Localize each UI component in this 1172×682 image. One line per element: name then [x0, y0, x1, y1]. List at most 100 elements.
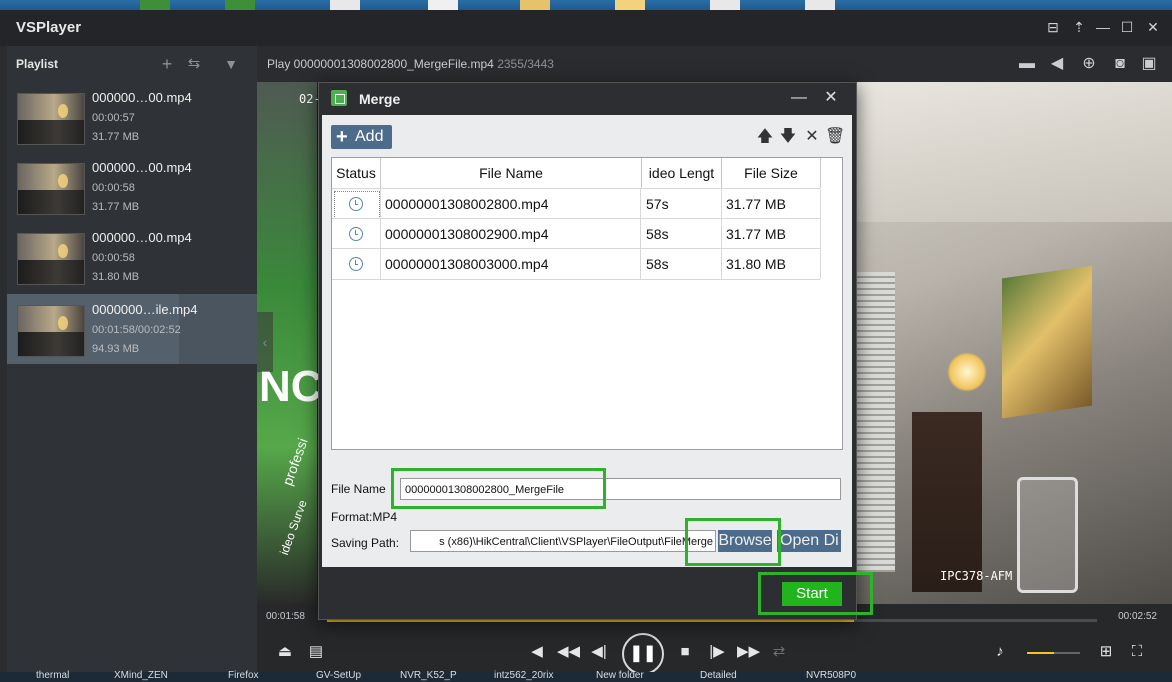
eject-icon[interactable]: ⏏ — [275, 640, 295, 664]
snapshot-icon[interactable]: ◙ — [1110, 54, 1130, 74]
highlight-browse — [685, 518, 781, 566]
length-cell: 58s — [642, 249, 722, 279]
add-button[interactable]: + Add — [331, 125, 392, 149]
merge-dialog-body: + Add 🡅 🡇 ✕ 🗑 Status File Name ideo Lengt… — [322, 115, 852, 567]
move-down-icon[interactable]: 🡇 — [779, 127, 797, 147]
pin-icon[interactable]: ⇡ — [1070, 18, 1088, 36]
fisheye-icon[interactable]: ◀ — [1047, 54, 1067, 74]
swap-icon[interactable]: ⇆ — [184, 54, 204, 74]
fullscreen-icon[interactable]: ⛶ — [1127, 640, 1147, 664]
taskbar-item[interactable]: Firefox — [228, 670, 259, 681]
video-thumbnail — [17, 93, 85, 145]
move-up-icon[interactable]: 🡅 — [756, 127, 774, 147]
camera-dome-icon[interactable]: ▬ — [1017, 54, 1037, 74]
clock-icon — [349, 227, 363, 241]
file-table: Status File Name ideo Lengt File Size 00… — [331, 157, 843, 450]
frame-back-icon[interactable]: ◀| — [589, 640, 609, 664]
playlist-item[interactable]: 000000…00.mp4 00:00:58 31.80 MB — [7, 222, 257, 292]
minimize-icon[interactable]: — — [789, 88, 809, 108]
size-cell: 31.80 MB — [722, 249, 821, 279]
column-header-file-name[interactable]: File Name — [381, 158, 642, 188]
column-header-file-size[interactable]: File Size — [722, 158, 821, 188]
taskbar-item[interactable]: XMind_ZEN — [114, 670, 168, 681]
open-directory-button[interactable]: Open Di — [777, 530, 841, 552]
stop-icon[interactable]: ■ — [675, 640, 695, 664]
taskbar-item[interactable]: Detailed — [700, 670, 737, 681]
taskbar-item[interactable]: New folder — [596, 670, 644, 681]
desktop-icon[interactable] — [428, 0, 458, 10]
saving-path-label: Saving Path: — [331, 536, 400, 550]
playlist-header: Playlist + ⇆ ▼ — [7, 46, 257, 82]
desktop-icon[interactable] — [710, 0, 740, 10]
add-label: Add — [355, 128, 384, 145]
merge-dialog: Merge — ✕ + Add 🡅 🡇 ✕ 🗑 Status File Name … — [318, 82, 873, 620]
app-title: VSPlayer — [16, 19, 82, 36]
video-ceiling — [855, 82, 1172, 222]
prev-file-icon[interactable]: ◀ — [527, 640, 547, 664]
playlist-item-duration: 00:01:58/00:02:52 — [92, 324, 181, 336]
play-header: Play 00000001308002800_MergeFile.mp4 235… — [257, 46, 1172, 82]
table-row[interactable]: 00000001308002900.mp4 58s 31.77 MB — [332, 218, 821, 249]
volume-icon[interactable]: ♪ — [990, 640, 1010, 664]
maximize-icon[interactable]: ☐ — [1118, 18, 1136, 36]
file-name-cell: 00000001308002800.mp4 — [381, 189, 641, 219]
desktop-icon[interactable] — [330, 0, 360, 10]
taskbar-item[interactable]: thermal — [36, 670, 69, 681]
taskbar-item[interactable]: GV-SetUp — [316, 670, 361, 681]
merge-dialog-title: Merge — [359, 91, 401, 107]
video-shelf — [912, 412, 982, 592]
minimize-icon[interactable]: — — [1094, 18, 1112, 36]
saving-path-value: s (x86)\HikCentral\Client\VSPlayer\FileO… — [439, 536, 713, 548]
filter-icon[interactable]: ▼ — [221, 54, 241, 74]
status-cell — [332, 249, 381, 279]
delete-icon[interactable]: 🗑 — [825, 127, 845, 147]
collapse-sidebar-handle[interactable]: ‹ — [257, 312, 273, 372]
screen-icon[interactable]: ⊟ — [1044, 18, 1062, 36]
toolbox-icon[interactable]: ▤ — [306, 640, 326, 664]
size-cell: 31.77 MB — [722, 219, 821, 249]
close-icon[interactable]: ✕ — [1144, 18, 1162, 36]
grid-icon[interactable]: ⊞ — [1096, 640, 1116, 664]
column-header-video-length[interactable]: ideo Lengt — [642, 158, 722, 188]
video-camera-label: IPC378-AFM — [940, 569, 1013, 583]
desktop-icon[interactable] — [140, 0, 170, 10]
record-icon[interactable]: ▣ — [1139, 54, 1159, 74]
desktop-icon[interactable] — [225, 0, 255, 10]
volume-slider[interactable] — [1027, 652, 1080, 654]
table-row[interactable]: 00000001308003000.mp4 58s 31.80 MB — [332, 248, 821, 280]
status-cell — [332, 219, 381, 249]
highlight-start — [758, 572, 873, 615]
table-row[interactable]: 00000001308002800.mp4 57s 31.77 MB — [332, 188, 821, 219]
close-icon[interactable]: ✕ — [821, 88, 841, 108]
taskbar-item[interactable]: NVR_K52_P — [400, 670, 457, 681]
clock-icon — [349, 197, 363, 211]
playlist-item[interactable]: 000000…00.mp4 00:00:58 31.77 MB — [7, 152, 257, 222]
playlist-item-active[interactable]: 0000000…ile.mp4 00:01:58/00:02:52 94.93 … — [7, 294, 257, 364]
desktop-icon[interactable] — [520, 0, 550, 10]
length-cell: 57s — [642, 189, 722, 219]
playlist-item-name: 000000…00.mp4 — [92, 230, 192, 245]
title-bar: VSPlayer ⊟ ⇡ — ☐ ✕ — [0, 10, 1172, 46]
volume-fill — [1027, 652, 1054, 654]
fast-icon[interactable]: ▶▶ — [737, 640, 760, 664]
column-header-status[interactable]: Status — [332, 158, 381, 188]
playlist-item[interactable]: 000000…00.mp4 00:00:57 31.77 MB — [7, 82, 257, 152]
saving-path-input[interactable]: s (x86)\HikCentral\Client\VSPlayer\FileO… — [410, 530, 716, 552]
pause-button[interactable]: ❚❚ — [622, 633, 664, 675]
frame-forward-icon[interactable]: |▶ — [707, 640, 727, 664]
desktop-icon[interactable] — [615, 0, 645, 10]
file-name-cell: 00000001308002900.mp4 — [381, 219, 641, 249]
video-thumbnail — [17, 163, 85, 215]
video-thumbnail — [17, 305, 85, 357]
slow-icon[interactable]: ◀◀ — [557, 640, 580, 664]
remove-icon[interactable]: ✕ — [803, 127, 821, 147]
shuffle-icon[interactable]: ⇄ — [769, 640, 789, 664]
desktop-icon[interactable] — [805, 0, 835, 10]
zoom-in-icon[interactable]: ⊕ — [1079, 54, 1099, 74]
video-lamp — [947, 352, 987, 392]
taskbar-item[interactable]: NVR508P0 — [806, 670, 856, 681]
video-thumbnail — [17, 233, 85, 285]
add-icon[interactable]: + — [157, 54, 177, 74]
format-label: Format:MP4 — [331, 510, 398, 524]
taskbar-item[interactable]: intz562_20rix — [494, 670, 553, 681]
